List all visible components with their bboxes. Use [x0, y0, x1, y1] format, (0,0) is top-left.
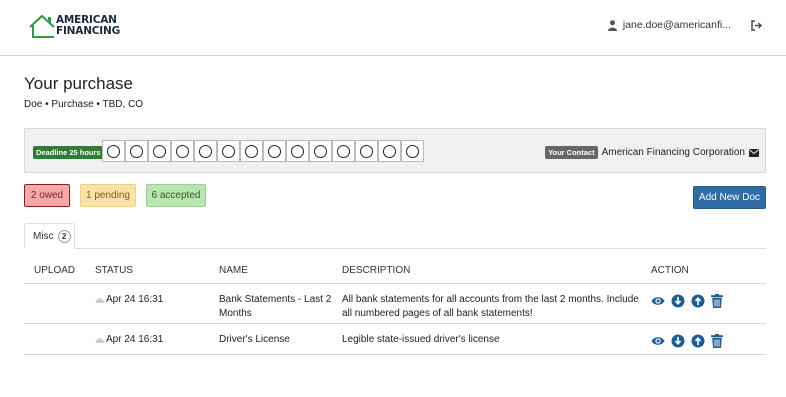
day-box [355, 140, 378, 162]
day-box [309, 140, 332, 162]
row-status-date: Apr 24 16:31 [106, 334, 164, 345]
day-circle [153, 144, 166, 158]
column-header-description: DESCRIPTION [342, 265, 411, 276]
column-header-action: ACTION [651, 265, 689, 276]
contact-info: Your Contact American Financing Corporat… [545, 146, 759, 159]
cloud-icon [95, 298, 105, 303]
day-circle [268, 144, 281, 158]
tab-count-badge: 2 [57, 229, 71, 243]
tab-bar-divider [24, 248, 766, 249]
row-divider [24, 354, 766, 355]
tab-misc[interactable]: Misc 2 [24, 223, 75, 249]
contact-name: American Financing Corporation [601, 147, 745, 158]
day-circle [337, 144, 350, 158]
row-description: Legible state-issued driver's license [342, 334, 500, 345]
day-circle [360, 144, 373, 158]
trash-icon[interactable] [711, 334, 723, 348]
sign-out-icon[interactable] [751, 20, 762, 31]
day-circle [314, 144, 327, 158]
add-new-doc-button[interactable]: Add New Doc [693, 186, 766, 209]
day-circle [176, 144, 189, 158]
page-title: Your purchase [24, 74, 134, 93]
deadline-badge: Deadline 25 hours [33, 146, 104, 159]
day-box [171, 140, 194, 162]
row-actions [651, 334, 729, 348]
column-header-status: STATUS [95, 265, 133, 276]
day-tracker [102, 140, 424, 162]
row-status: Apr 24 16:31 [95, 293, 163, 307]
contact-label: Your Contact [545, 146, 598, 159]
house-icon [29, 14, 55, 38]
logo-text-line2: FINANCING [56, 25, 120, 37]
day-box [148, 140, 171, 162]
day-circle [199, 144, 212, 158]
app-header: AMERICAN FINANCING jane.doe@americanfi..… [0, 0, 786, 56]
user-menu[interactable]: jane.doe@americanfi... [607, 19, 731, 31]
american-financing-logo[interactable]: AMERICAN FINANCING [28, 13, 120, 41]
user-email: jane.doe@americanfi... [622, 19, 731, 31]
row-document-name: Bank Statements - Last 2 Months [219, 294, 332, 319]
day-box [263, 140, 286, 162]
day-box [125, 140, 148, 162]
column-header-upload: UPLOAD [34, 265, 76, 276]
eye-icon[interactable] [651, 296, 665, 306]
trash-icon[interactable] [711, 294, 723, 308]
column-header-name: NAME [219, 265, 248, 276]
row-status-date: Apr 24 16:31 [106, 294, 164, 305]
day-box [217, 140, 240, 162]
day-circle [130, 144, 143, 158]
row-actions [651, 294, 729, 308]
day-circle [406, 144, 419, 158]
download-icon[interactable] [671, 294, 685, 308]
tab-label: Misc [33, 230, 54, 242]
pending-filter-badge[interactable]: 1 pending [80, 184, 136, 207]
day-box [401, 140, 424, 162]
upload-icon[interactable] [691, 334, 705, 348]
download-icon[interactable] [671, 334, 685, 348]
day-box [378, 140, 401, 162]
day-box [332, 140, 355, 162]
cloud-icon [95, 338, 105, 343]
day-box [102, 140, 125, 162]
day-box [240, 140, 263, 162]
day-circle [245, 144, 258, 158]
day-circle [107, 144, 120, 158]
day-box [194, 140, 217, 162]
owed-filter-badge[interactable]: 2 owed [24, 184, 70, 207]
upload-icon[interactable] [691, 294, 705, 308]
page-subtitle: Doe • Purchase • TBD, CO [24, 99, 144, 110]
eye-icon[interactable] [651, 336, 665, 346]
accepted-filter-badge[interactable]: 6 accepted [146, 184, 206, 207]
row-status: Apr 24 16:31 [95, 333, 163, 347]
day-circle [383, 144, 396, 158]
day-box [286, 140, 309, 162]
row-description: All bank statements for all accounts fro… [342, 294, 639, 319]
day-circle [222, 144, 235, 158]
user-icon [607, 19, 617, 31]
deadline-panel: Deadline 25 hours Your Contact American … [24, 128, 766, 173]
day-circle [291, 144, 304, 158]
envelope-icon[interactable] [749, 148, 759, 157]
row-document-name: Driver's License [219, 334, 290, 345]
